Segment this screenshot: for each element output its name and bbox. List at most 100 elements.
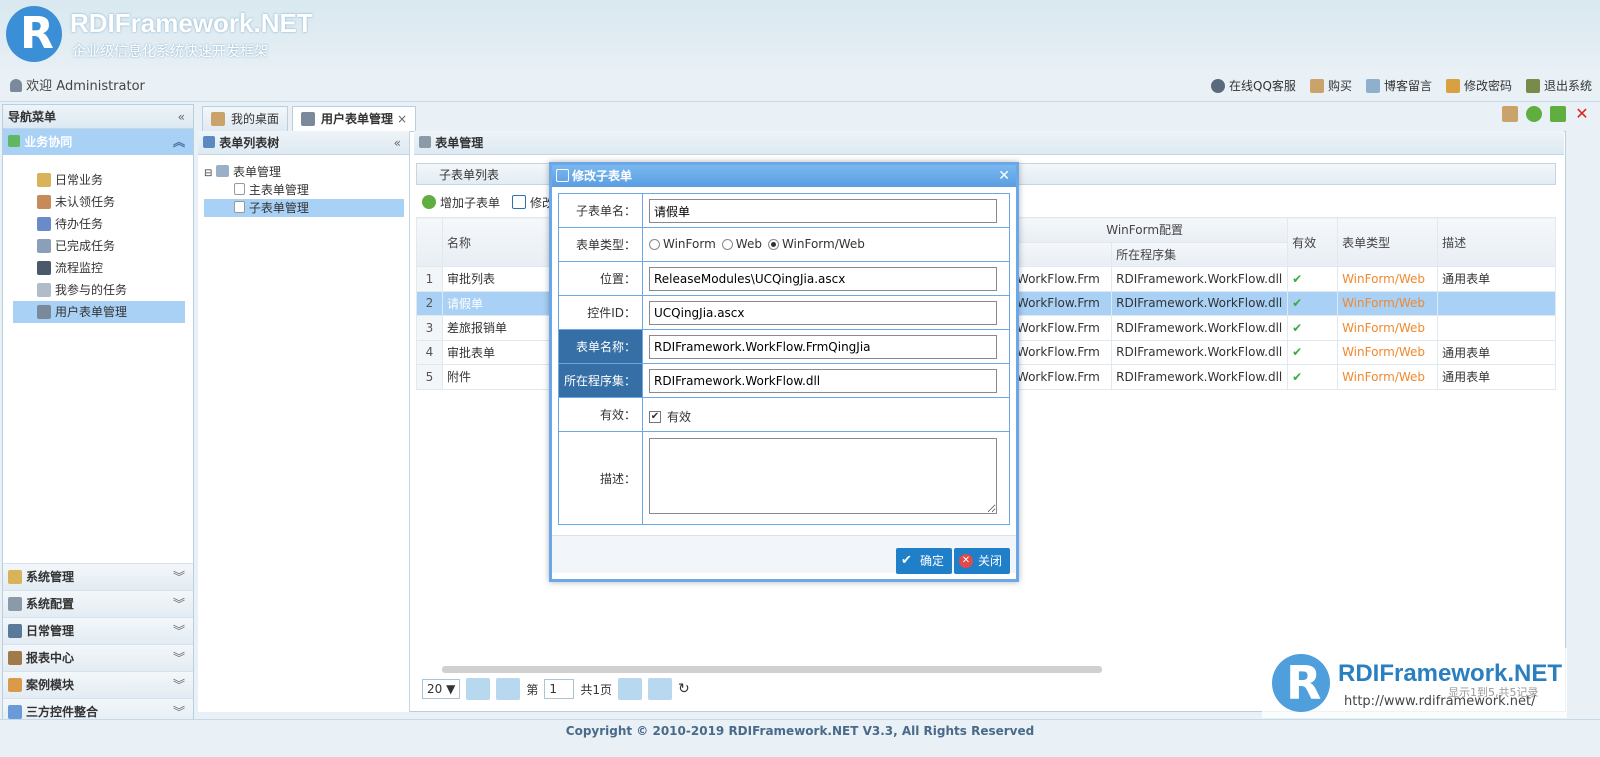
tree-node-sub-forms[interactable]: 子表单管理 [204, 199, 404, 217]
tree-nodes: ⊟ 表单管理 主表单管理 子表单管理 [204, 163, 404, 217]
brand-subtitle: 企业级信息化系统快速开发框架 [72, 44, 268, 60]
prev-page-button[interactable] [496, 678, 521, 700]
header-valid[interactable]: 有效 [1287, 217, 1339, 267]
nav-group-report[interactable]: 报表中心 ︾ [3, 644, 193, 671]
nav-item-todo[interactable]: 待办任务 [13, 213, 185, 235]
nav-group-config[interactable]: 系统配置 ︾ [3, 590, 193, 617]
row-control-id: 控件ID： [559, 296, 1009, 330]
form-icon [301, 112, 315, 126]
tab-desktop[interactable]: 我的桌面 [202, 106, 289, 132]
buy-link[interactable]: 购买 [1309, 77, 1352, 94]
form-icon [37, 305, 51, 319]
first-page-button[interactable] [466, 678, 491, 700]
nav-group-cases[interactable]: 案例模块 ︾ [3, 671, 193, 698]
radio-winform[interactable]: WinForm [649, 237, 716, 251]
row-position: 位置： [559, 262, 1009, 296]
nav-title: 导航菜单 « [3, 105, 193, 129]
row-sub-name: 子表单名： [559, 194, 1009, 228]
horizontal-scrollbar[interactable] [442, 666, 1102, 673]
monitor-icon [37, 261, 51, 275]
logo: R [6, 6, 62, 62]
sub-name-input[interactable] [649, 199, 997, 223]
page-size-select[interactable]: 20 ▼ [422, 679, 461, 699]
next-page-button[interactable] [617, 678, 642, 700]
position-input[interactable] [649, 267, 997, 291]
home-tool-icon[interactable] [1502, 106, 1518, 122]
nav-group-daily[interactable]: 日常管理 ︾ [3, 617, 193, 644]
chevron-down-icon: ︾ [172, 624, 185, 638]
check-icon: ✔ [1287, 339, 1339, 365]
blog-link[interactable]: 博客留言 [1365, 77, 1432, 94]
tree-node-root[interactable]: ⊟ 表单管理 [204, 163, 404, 181]
logout-link[interactable]: 退出系统 [1525, 77, 1592, 94]
done-icon [37, 239, 51, 253]
tree-title: 表单列表树 « [198, 131, 409, 155]
close-tab-icon[interactable]: × [397, 112, 407, 126]
nav-item-daily[interactable]: 日常业务 [13, 169, 185, 191]
check-icon: ✔ [1287, 266, 1339, 292]
last-page-button[interactable] [647, 678, 672, 700]
close-all-icon[interactable]: ✕ [1574, 106, 1590, 122]
qq-service-link[interactable]: 在线QQ客服 [1211, 77, 1296, 94]
row-valid: 有效： ✔ 有效 [559, 398, 1009, 432]
plugin-icon [8, 705, 22, 719]
expander-icon[interactable]: ⊟ [204, 168, 212, 179]
add-subform-button[interactable]: 增加子表单 [422, 194, 500, 211]
task-icon [37, 195, 51, 209]
refresh-icon[interactable] [1526, 106, 1542, 122]
calendar-icon [8, 624, 22, 638]
header-form-type[interactable]: 表单类型 [1337, 217, 1439, 267]
header-assembly[interactable]: 所在程序集 [1111, 241, 1289, 267]
form-name-input[interactable] [649, 335, 997, 359]
page-number-input[interactable]: 1 [544, 679, 575, 699]
wrench-icon [8, 597, 22, 611]
nav-item-user-forms[interactable]: 用户表单管理 [13, 301, 185, 323]
nav-panel: 导航菜单 « 业务协同 ︽ 日常业务 未认领任务 待办任务 已完成任务 流程监控… [2, 104, 194, 727]
edit-button[interactable]: 修改 [512, 194, 554, 211]
home-icon [211, 112, 225, 126]
user-bar: 欢迎 Administrator 在线QQ客服 购买 博客留言 修改密码 退出系… [0, 67, 1600, 102]
top-header: R RDIFramework.NET 企业级信息化系统快速开发框架 [0, 0, 1600, 67]
check-icon: ✔ [901, 553, 912, 568]
radio-winform-web[interactable]: WinForm/Web [767, 237, 865, 251]
nav-item-done[interactable]: 已完成任务 [13, 235, 185, 257]
close-icon[interactable]: ✕ [998, 165, 1010, 187]
todo-icon [37, 217, 51, 231]
header-winform-group: WinForm配置 [1001, 217, 1289, 243]
radio-web[interactable]: Web [721, 237, 762, 251]
nav-group-business[interactable]: 业务协同 ︽ [3, 129, 193, 155]
tabs-bar: 我的桌面 用户表单管理 × ✕ [198, 104, 1600, 132]
row-assembly: 所在程序集： [559, 364, 1009, 398]
desc-textarea[interactable] [649, 438, 997, 514]
fullscreen-icon[interactable] [1550, 106, 1566, 122]
valid-checkbox[interactable]: ✔ [649, 410, 661, 423]
collapse-left-icon[interactable]: « [394, 131, 401, 155]
case-icon [8, 678, 22, 692]
confirm-button[interactable]: ✔ 确定 [896, 548, 953, 574]
list-icon [419, 136, 431, 148]
check-icon: ✔ [1287, 290, 1339, 316]
form-area-title: 表单管理 [414, 131, 1564, 155]
tree-panel: 表单列表树 « ⊟ 表单管理 主表单管理 子表单管理 [198, 131, 410, 712]
nav-item-unclaimed[interactable]: 未认领任务 [13, 191, 185, 213]
tree-icon [203, 136, 215, 148]
nav-item-monitor[interactable]: 流程监控 [13, 257, 185, 279]
close-button[interactable]: ✕ 关闭 [954, 548, 1011, 574]
nav-item-participated[interactable]: 我参与的任务 [13, 279, 185, 301]
document-icon [234, 201, 245, 213]
tree-node-main-forms[interactable]: 主表单管理 [204, 181, 404, 199]
nav-group-system[interactable]: 系统管理 ︾ [3, 563, 193, 590]
chevron-down-icon: ︾ [172, 570, 185, 584]
daily-icon [37, 173, 51, 187]
collapse-left-icon[interactable]: « [178, 105, 185, 129]
edit-subform-dialog: 修改子表单 ✕ 子表单名： 表单类型： WinForm Web WinForm/… [549, 162, 1019, 582]
brand-title: RDIFramework.NET [70, 8, 313, 38]
tab-user-forms[interactable]: 用户表单管理 × [292, 106, 417, 132]
control-id-input[interactable] [649, 301, 997, 325]
header-desc[interactable]: 描述 [1437, 217, 1556, 267]
exit-icon [1525, 78, 1540, 93]
refresh-icon[interactable]: ↻ [678, 681, 690, 697]
change-password-link[interactable]: 修改密码 [1445, 77, 1512, 94]
chevron-up-icon[interactable]: ︽ [173, 129, 185, 155]
assembly-input[interactable] [649, 369, 997, 393]
